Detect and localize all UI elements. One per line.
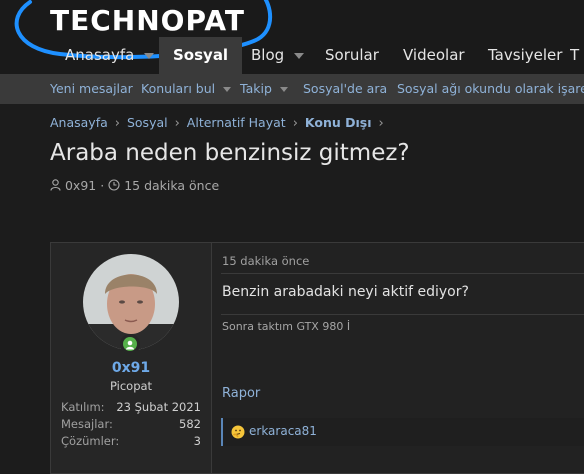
nav-item-label: Blog [251, 46, 285, 64]
nav-item-sorular[interactable]: Sorular [325, 37, 379, 74]
post-date[interactable]: 15 dakika önce [222, 254, 309, 268]
reaction-user-link[interactable]: erkaracа81 [249, 424, 317, 438]
online-status-icon [120, 334, 140, 354]
nav-item-more[interactable]: T [570, 37, 584, 74]
chevron-right-icon: › [378, 116, 384, 131]
divider [221, 273, 584, 274]
nav-item-label: Videolar [403, 46, 465, 64]
clock-icon [108, 179, 120, 191]
breadcrumb-item[interactable]: Anasayfa [50, 115, 108, 130]
subnav-okundu-isaretle[interactable]: Sosyal ağı okundu olarak işaretle [397, 74, 584, 104]
stat-value: 3 [193, 434, 201, 448]
chevron-right-icon: › [114, 116, 120, 131]
breadcrumb-item[interactable]: Konu Dışı [305, 115, 372, 130]
user-title: Picopat [109, 379, 153, 393]
nav-item-label: Tavsiyeler [488, 46, 563, 64]
reaction-bar: erkaracа81 [221, 418, 584, 446]
meta-separator: · [100, 178, 105, 193]
chevron-down-icon[interactable] [223, 87, 232, 92]
nav-item-sosyal[interactable]: Sosyal [159, 37, 243, 74]
stat-value: 23 Şubat 2021 [116, 400, 201, 414]
stat-row: Katılım: 23 Şubat 2021 [61, 400, 201, 414]
subnav-sosyalde-ara[interactable]: Sosyal'de ara [303, 74, 387, 104]
post-body: Benzin arabadaki neyi aktif ediyor? [222, 284, 469, 300]
site-header: TECHNOPAT Anasayfa Sosyal Blog Sorular V… [0, 0, 584, 74]
nav-item-anasayfa[interactable]: Anasayfa [65, 37, 155, 74]
post-message-pane: 15 dakika önce Benzin arabadaki neyi akt… [221, 243, 584, 473]
chevron-right-icon: › [174, 116, 180, 131]
site-logo[interactable]: TECHNOPAT [50, 4, 245, 37]
post-user-pane: 0x91 Picopat Katılım: 23 Şubat 2021 Mesa… [51, 243, 212, 473]
stat-label: Çözümler: [61, 434, 120, 448]
post-username[interactable]: 0x91 [51, 360, 211, 376]
user-icon [50, 179, 61, 191]
thinking-emoji-icon [231, 425, 245, 439]
thread-time[interactable]: 15 dakika önce [124, 178, 219, 193]
signature-divider [221, 314, 584, 315]
stat-label: Katılım: [61, 400, 105, 414]
nav-item-videolar[interactable]: Videolar [403, 37, 465, 74]
main-nav: Anasayfa Sosyal Blog Sorular Videolar Ta… [0, 37, 584, 74]
nav-item-label: Sorular [325, 46, 379, 64]
chevron-right-icon: › [292, 116, 298, 131]
chevron-down-icon[interactable] [144, 52, 155, 59]
post-signature: Sonra taktım GTX 980 İ [222, 320, 351, 333]
post-card: 0x91 Picopat Katılım: 23 Şubat 2021 Mesa… [50, 242, 584, 474]
subnav-konulari-bul[interactable]: Konuları bul [141, 74, 232, 104]
nav-item-tavsiyeler[interactable]: Tavsiyeler [488, 37, 562, 74]
report-link[interactable]: Rapor [222, 386, 260, 401]
subnav-takip[interactable]: Takip [240, 74, 288, 104]
thread-author[interactable]: 0x91 [65, 178, 96, 193]
page-title: Araba neden benzinsiz gitmez? [50, 140, 410, 166]
breadcrumb-item[interactable]: Alternatif Hayat [187, 115, 286, 130]
breadcrumb-item[interactable]: Sosyal [127, 115, 168, 130]
breadcrumb: Anasayfa › Sosyal › Alternatif Hayat › Konu Dı… [50, 115, 391, 131]
subnav-label: Konuları bul [141, 81, 216, 96]
chevron-down-icon[interactable] [294, 52, 305, 59]
subnav-label: Takip [240, 81, 272, 96]
stat-row: Mesajlar: 582 [61, 417, 201, 431]
nav-item-blog[interactable]: Blog [251, 37, 305, 74]
thread-meta: 0x91 · 15 dakika önce [50, 178, 219, 193]
subnav-yeni-mesajlar[interactable]: Yeni mesajlar [50, 74, 133, 104]
stat-row: Çözümler: 3 [61, 434, 201, 448]
nav-item-label: Sosyal [173, 46, 229, 64]
nav-item-label: Anasayfa [65, 46, 135, 64]
stat-label: Mesajlar: [61, 417, 113, 431]
stat-value: 582 [179, 417, 201, 431]
sub-nav: Yeni mesajlar Konuları bul Takip Sosyal'… [0, 74, 584, 104]
chevron-down-icon[interactable] [279, 87, 288, 92]
